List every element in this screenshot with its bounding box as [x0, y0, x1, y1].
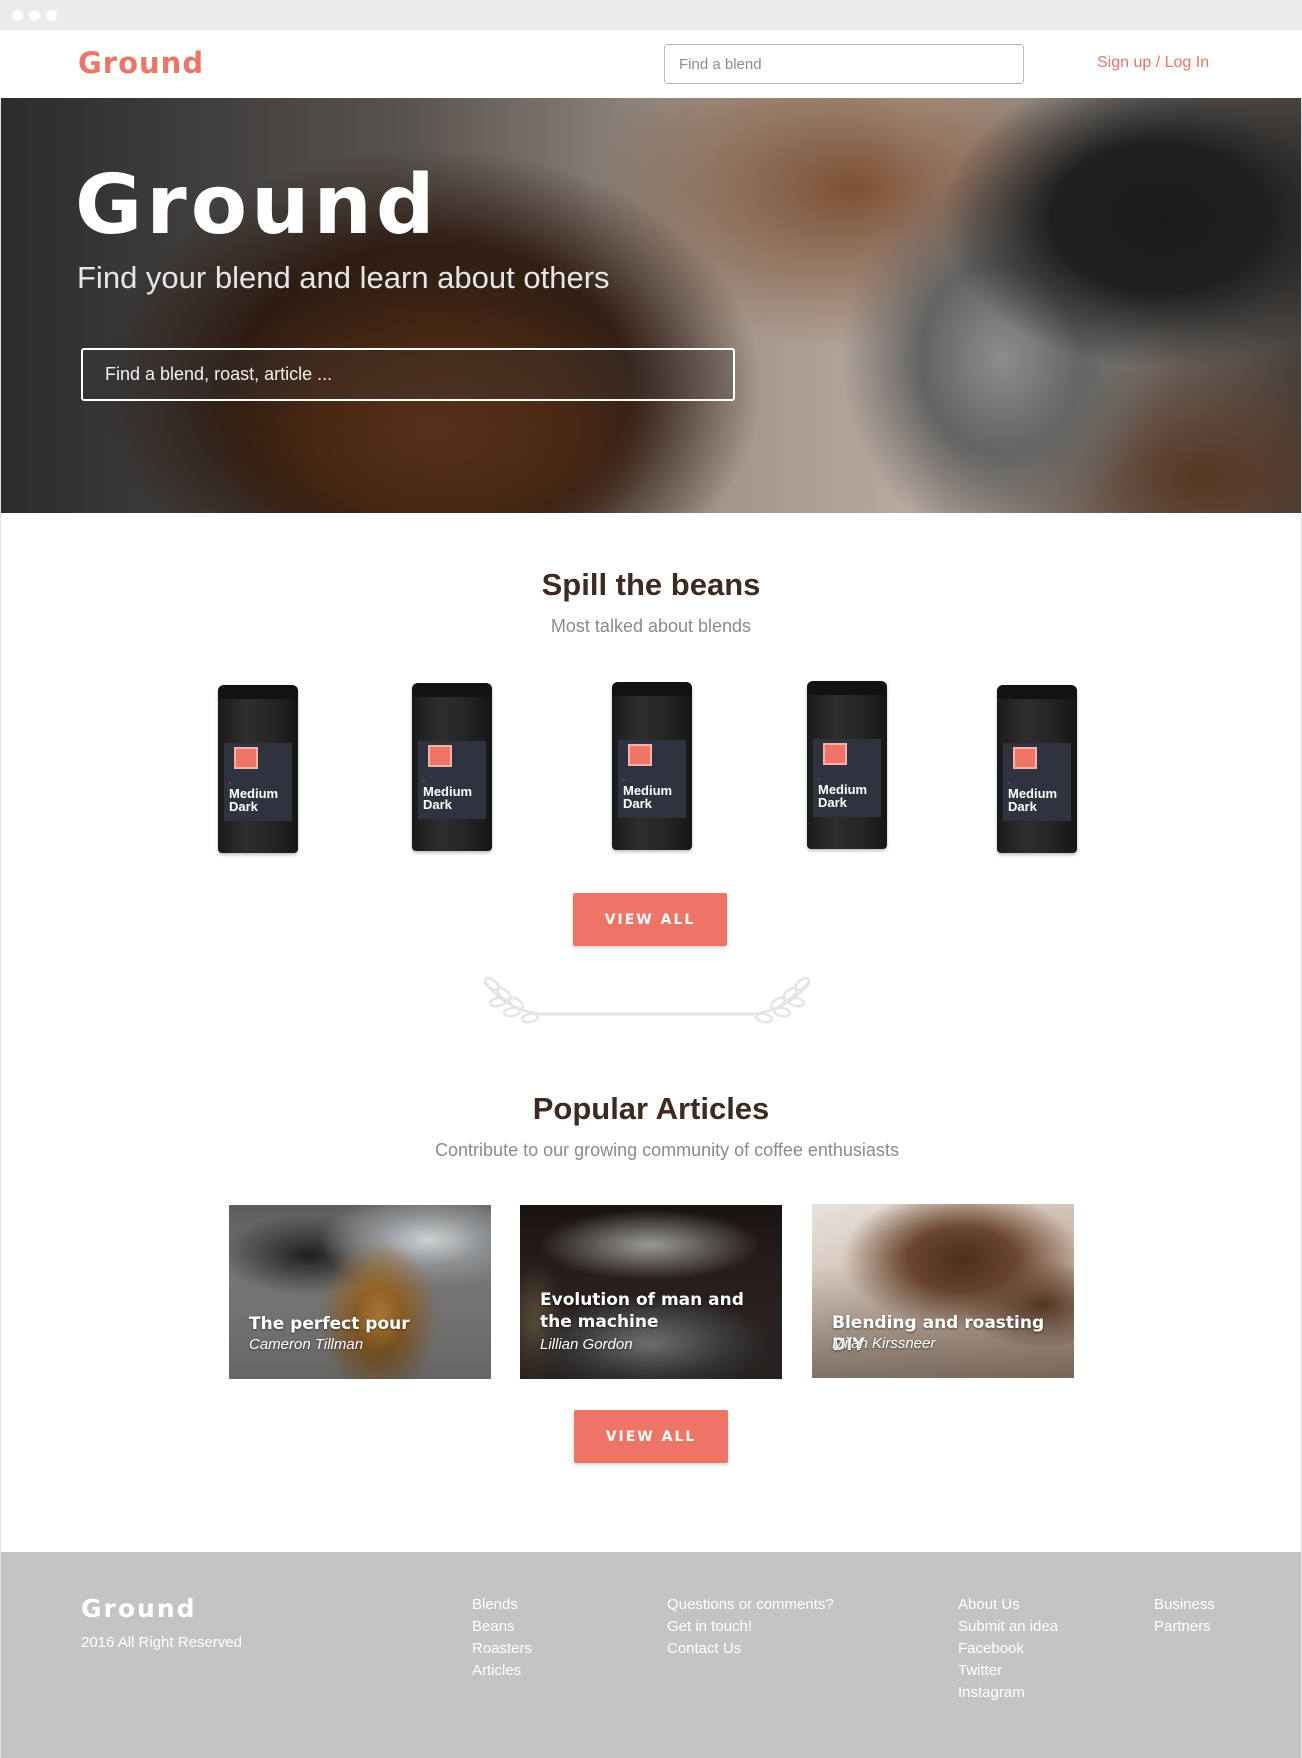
footer-link[interactable]: Facebook [958, 1638, 1058, 1660]
window-dot-icon[interactable] [12, 10, 23, 21]
top-nav: Ground Sign up / Log In [0, 30, 1302, 98]
footer-link[interactable]: Partners [1154, 1616, 1215, 1638]
roast-name: Medium Dark [1008, 786, 1058, 814]
auth-links: Sign up / Log In [1097, 54, 1209, 72]
hero-title: Ground [75, 158, 439, 253]
brand-badge-icon [1013, 747, 1037, 769]
article-card[interactable]: The perfect pour Cameron Tillman [229, 1205, 491, 1379]
brand-badge-icon [234, 747, 258, 769]
article-card[interactable]: Evolution of man and the machine Lillian… [520, 1205, 782, 1379]
bag-label: ~ Medium Dark [813, 739, 881, 817]
nav-logo[interactable]: Ground [78, 46, 204, 80]
nav-search-input[interactable] [664, 44, 1024, 84]
article-author: Lillian Gordon [540, 1336, 633, 1353]
brand-badge-icon [823, 743, 847, 765]
roast-name: Medium Dark [229, 786, 279, 814]
footer-link[interactable]: Instagram [958, 1682, 1058, 1704]
article-author: Milan Kirssneer [832, 1335, 936, 1352]
article-card[interactable]: Blending and roasting DIY Milan Kirssnee… [812, 1204, 1074, 1378]
bag-label: ~ Medium Dark [224, 743, 292, 821]
footer-link[interactable]: About Us [958, 1594, 1058, 1616]
bag-label: ~ Medium Dark [418, 741, 486, 819]
blend-bag[interactable]: ~ Medium Dark [997, 685, 1077, 853]
roast-name: Medium Dark [423, 784, 473, 812]
footer-link[interactable]: Business [1154, 1594, 1215, 1616]
view-all-blends-button[interactable]: VIEW ALL [573, 893, 727, 946]
footer-text: Questions or comments? [667, 1596, 834, 1613]
blend-bag[interactable]: ~ Medium Dark [612, 682, 692, 850]
footer-link[interactable]: Roasters [472, 1638, 532, 1660]
hero-banner: Ground Find your blend and learn about o… [1, 98, 1301, 513]
browser-chrome [0, 0, 1302, 30]
blend-bag[interactable]: ~ Medium Dark [807, 681, 887, 849]
laurel-divider-icon [483, 976, 811, 1024]
bag-label: ~ Medium Dark [1003, 743, 1071, 821]
signup-link[interactable]: Sign up [1097, 54, 1151, 71]
footer-link[interactable]: Articles [472, 1660, 532, 1682]
article-author: Cameron Tillman [249, 1336, 364, 1353]
window-dot-icon[interactable] [46, 10, 57, 21]
footer-copyright: 2016 All Right Reserved [81, 1634, 242, 1651]
hero-search-input[interactable] [81, 348, 735, 401]
footer-link[interactable]: Contact Us [667, 1638, 834, 1660]
roast-name: Medium Dark [623, 783, 673, 811]
blend-bag[interactable]: ~ Medium Dark [412, 683, 492, 851]
roast-name: Medium Dark [818, 782, 868, 810]
auth-separator: / [1151, 54, 1165, 71]
view-all-articles-button[interactable]: VIEW ALL [574, 1410, 728, 1463]
footer-logo[interactable]: Ground [81, 1594, 197, 1623]
footer: Ground 2016 All Right Reserved Blends Be… [1, 1552, 1301, 1758]
footer-link[interactable]: Blends [472, 1594, 532, 1616]
login-link[interactable]: Log In [1165, 54, 1209, 71]
footer-link[interactable]: Submit an idea [958, 1616, 1058, 1638]
brand-badge-icon [628, 744, 652, 766]
footer-column-about: About Us Submit an idea Facebook Twitter… [958, 1594, 1058, 1704]
blend-bag[interactable]: ~ Medium Dark [218, 685, 298, 853]
brand-badge-icon [428, 745, 452, 767]
articles-heading: Popular Articles [532, 1091, 770, 1126]
footer-column-business: Business Partners [1154, 1594, 1215, 1638]
footer-column-browse: Blends Beans Roasters Articles [472, 1594, 532, 1682]
blends-heading: Spill the beans [541, 567, 761, 602]
window-dot-icon[interactable] [29, 10, 40, 21]
footer-text: Get in touch! [667, 1618, 753, 1635]
footer-column-contact: Questions or comments? Get in touch! Con… [667, 1594, 834, 1660]
bag-label: ~ Medium Dark [618, 740, 686, 818]
hero-subtitle: Find your blend and learn about others [77, 260, 610, 295]
articles-subheading: Contribute to our growing community of c… [435, 1140, 899, 1160]
footer-link[interactable]: Twitter [958, 1660, 1058, 1682]
article-title: Evolution of man and the machine [540, 1290, 744, 1332]
footer-link[interactable]: Beans [472, 1616, 532, 1638]
article-title: The perfect pour [249, 1314, 410, 1334]
blends-subheading: Most talked about blends [550, 616, 752, 636]
